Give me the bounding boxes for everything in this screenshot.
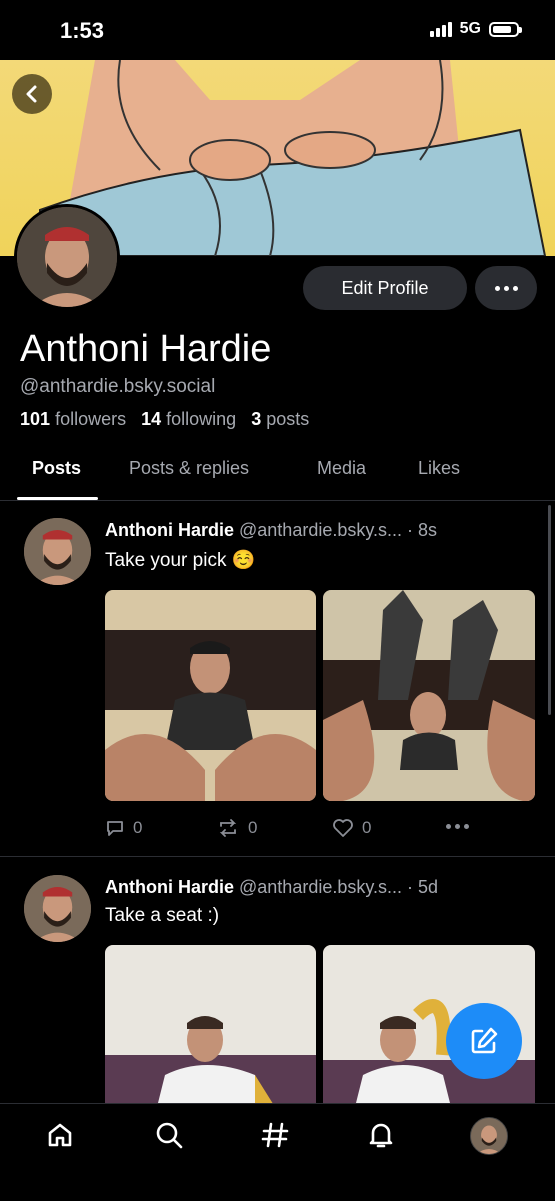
post-image[interactable] [105, 945, 316, 1103]
edit-profile-button[interactable]: Edit Profile [303, 266, 467, 310]
followers-stat[interactable]: 101 followers [20, 409, 126, 429]
post-header: Anthoni Hardie @anthardie.bsky.s... · 5d [105, 877, 438, 898]
following-count: 14 [141, 409, 162, 429]
battery-icon [489, 21, 522, 37]
nav-notifications[interactable] [364, 1118, 398, 1152]
nav-home[interactable] [43, 1118, 77, 1152]
post-meta: @anthardie.bsky.s... · 5d [239, 877, 439, 897]
compose-icon [471, 1027, 498, 1054]
compose-button[interactable] [446, 1003, 522, 1079]
post-item[interactable]: Anthoni Hardie @anthardie.bsky.s... · 8s… [0, 500, 555, 856]
repost-button[interactable]: 0 [216, 818, 257, 838]
profile-handle: @anthardie.bsky.social [20, 376, 216, 397]
status-time: 1:53 [60, 18, 105, 43]
tab-posts[interactable]: Posts [32, 458, 81, 479]
bottom-nav [0, 1103, 555, 1201]
profile-avatar[interactable] [14, 204, 120, 310]
hashtag-icon [261, 1122, 289, 1148]
repost-count: 0 [248, 818, 258, 837]
posts-label: posts [266, 409, 310, 429]
post-image[interactable] [323, 590, 535, 801]
profile-tabs: Posts Posts & replies Media Likes [0, 446, 555, 501]
search-icon [156, 1122, 183, 1149]
post-actions: 0 0 0 [105, 818, 505, 840]
reply-button[interactable]: 0 [105, 818, 142, 838]
tab-posts-replies[interactable]: Posts & replies [129, 458, 249, 479]
posts-stat: 3 posts [251, 409, 309, 429]
post-author[interactable]: Anthoni Hardie [105, 520, 234, 540]
chevron-left-icon [26, 85, 37, 103]
post-header: Anthoni Hardie @anthardie.bsky.s... · 8s [105, 520, 437, 541]
home-icon [48, 1123, 72, 1147]
tab-media[interactable]: Media [317, 458, 366, 479]
profile-name: Anthoni Hardie [20, 328, 272, 370]
status-bar: 1:53 5G [0, 0, 555, 60]
reply-count: 0 [133, 818, 143, 837]
post-more-button[interactable] [446, 824, 469, 829]
posts-count: 3 [251, 409, 262, 429]
back-button[interactable] [12, 74, 52, 114]
tab-likes[interactable]: Likes [418, 458, 460, 479]
following-stat[interactable]: 14 following [141, 409, 236, 429]
post-image[interactable] [105, 590, 316, 801]
nav-search[interactable] [152, 1118, 186, 1152]
more-horizontal-icon [494, 285, 518, 291]
post-author[interactable]: Anthoni Hardie [105, 877, 234, 897]
bell-icon [369, 1123, 393, 1148]
signal-icon [429, 21, 452, 37]
speech-bubble-icon [107, 821, 123, 836]
like-button[interactable]: 0 [332, 818, 371, 838]
profile-more-button[interactable] [475, 266, 537, 310]
scrollbar[interactable] [548, 505, 551, 715]
followers-count: 101 [20, 409, 51, 429]
post-meta: @anthardie.bsky.s... · 8s [239, 520, 438, 540]
status-indicators: 5G [429, 20, 522, 38]
heart-icon [333, 819, 353, 837]
post-avatar[interactable] [24, 875, 91, 942]
nav-feeds[interactable] [258, 1118, 292, 1152]
repost-icon [219, 819, 237, 837]
post-avatar[interactable] [24, 518, 91, 585]
followers-label: followers [55, 409, 127, 429]
more-horizontal-icon [446, 824, 469, 829]
nav-profile-avatar[interactable] [470, 1117, 508, 1155]
post-text: Take a seat :) [105, 905, 220, 926]
like-count: 0 [362, 818, 372, 837]
network-label: 5G [459, 20, 481, 37]
following-label: following [166, 409, 237, 429]
post-text: Take your pick ☺️ [105, 550, 256, 571]
profile-stats: 101 followers 14 following 3 posts [20, 409, 309, 430]
